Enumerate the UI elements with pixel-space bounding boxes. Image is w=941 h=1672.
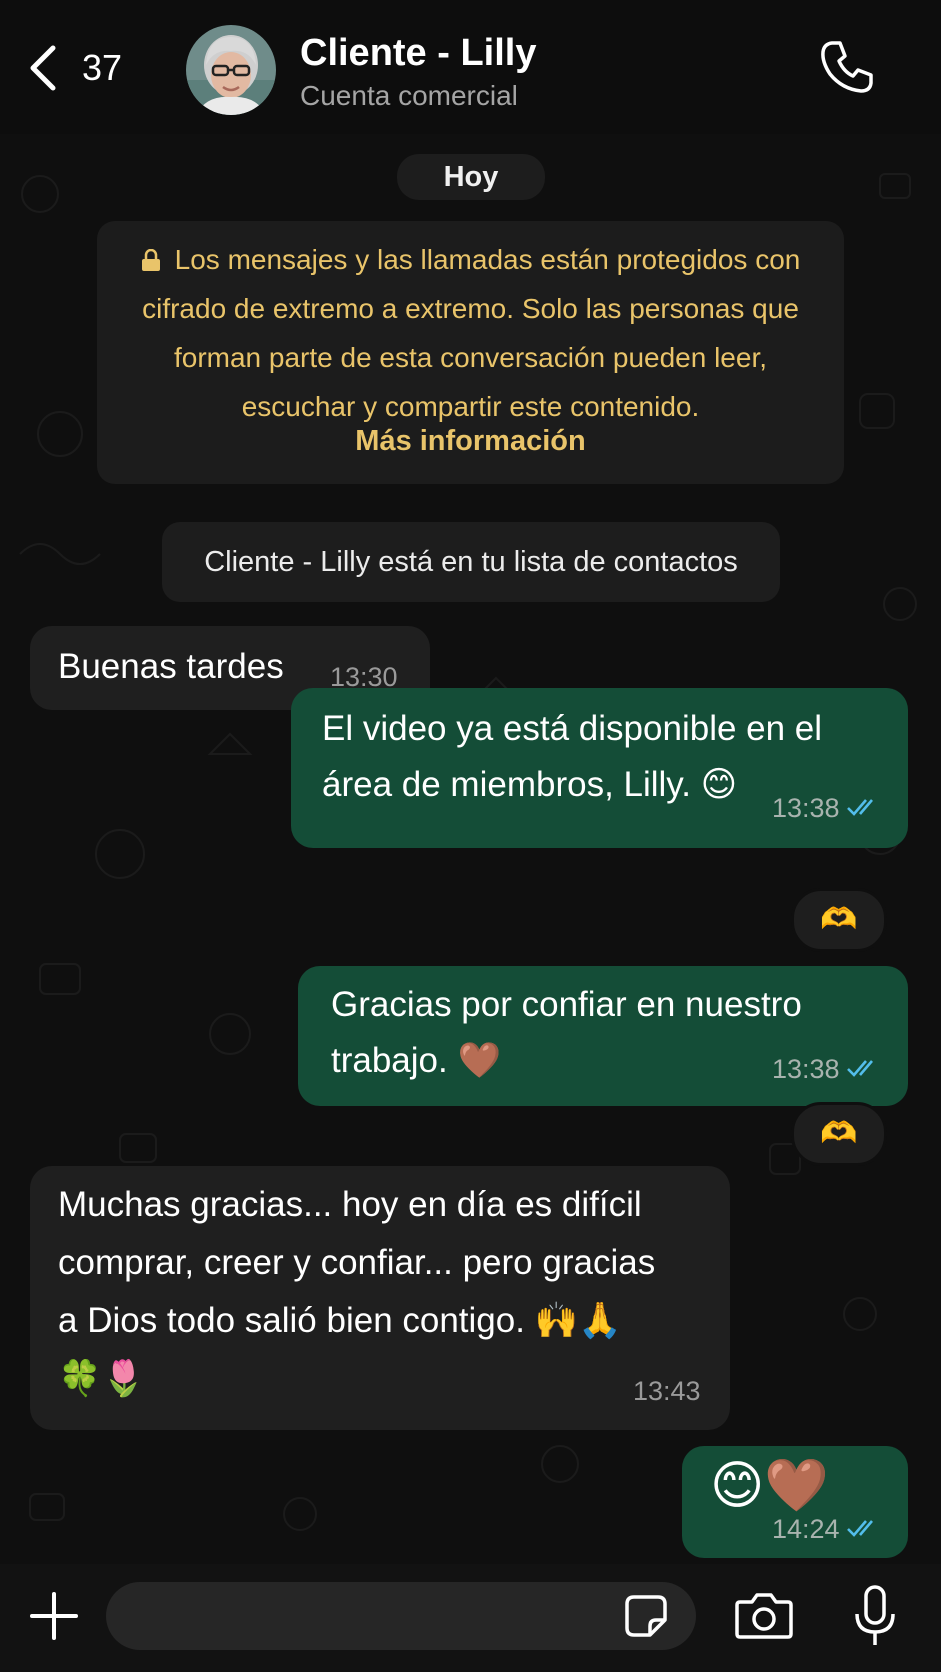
message-outgoing[interactable]: El video ya está disponible en el área d… xyxy=(291,688,908,848)
message-text: Buenas tardes xyxy=(58,647,284,686)
avatar[interactable] xyxy=(186,25,276,115)
encryption-notice[interactable]: Los mensajes y las llamadas están proteg… xyxy=(97,221,844,484)
composer-bar xyxy=(0,1564,941,1672)
phone-icon[interactable] xyxy=(818,38,876,96)
encryption-notice-text: Los mensajes y las llamadas están proteg… xyxy=(117,235,824,431)
date-separator: Hoy xyxy=(397,154,545,200)
message-reaction[interactable]: 🫶 xyxy=(791,888,887,952)
message-text-line: El video ya está disponible en el xyxy=(322,709,823,748)
message-text-line: a Dios todo salió bien contigo. 🙌🙏 xyxy=(58,1301,622,1340)
message-time-row: 14:24 xyxy=(772,1514,882,1545)
chat-screen: 37 Cliente - Lilly Cuenta comercial Hoy … xyxy=(0,0,941,1672)
message-text: 😊🤎 xyxy=(710,1457,829,1515)
camera-icon[interactable] xyxy=(734,1590,794,1640)
contact-notice: Cliente - Lilly está en tu lista de cont… xyxy=(162,522,780,602)
message-reaction[interactable]: 🫶 xyxy=(791,1102,887,1166)
message-time: 13:38 xyxy=(772,1054,840,1084)
message-incoming[interactable]: Muchas gracias... hoy en día es difícil … xyxy=(30,1166,730,1430)
read-ticks-icon xyxy=(846,799,873,816)
message-time-row: 13:38 xyxy=(772,1054,882,1085)
message-text-line: trabajo. 🤎 xyxy=(331,1041,502,1080)
message-text-line: área de miembros, Lilly. 😊 xyxy=(322,765,738,804)
sticker-icon[interactable] xyxy=(624,1594,668,1638)
message-text-line: Muchas gracias... hoy en día es difícil xyxy=(58,1185,642,1224)
chat-header: 37 Cliente - Lilly Cuenta comercial xyxy=(0,0,941,134)
more-info-link[interactable]: Más información xyxy=(97,425,844,458)
chevron-left-icon xyxy=(30,45,56,91)
plus-icon[interactable] xyxy=(28,1590,80,1642)
message-time: 13:43 xyxy=(633,1376,701,1406)
contact-subtitle: Cuenta comercial xyxy=(300,80,518,111)
message-outgoing[interactable]: Gracias por confiar en nuestro trabajo. … xyxy=(298,966,908,1106)
lock-icon xyxy=(141,249,160,271)
message-input[interactable] xyxy=(106,1582,696,1650)
message-text-line: Gracias por confiar en nuestro xyxy=(331,985,802,1024)
read-ticks-icon xyxy=(846,1520,873,1537)
message-time: 14:24 xyxy=(772,1514,840,1544)
message-list[interactable]: Hoy Los mensajes y las llamadas están pr… xyxy=(0,134,941,1564)
message-time-row: 13:38 xyxy=(772,793,882,824)
microphone-icon[interactable] xyxy=(852,1584,898,1648)
back-button[interactable]: 37 xyxy=(26,40,136,96)
encryption-notice-body: Los mensajes y las llamadas están proteg… xyxy=(142,244,801,422)
contact-name[interactable]: Cliente - Lilly xyxy=(300,32,536,75)
unread-count: 37 xyxy=(82,47,123,88)
message-text-line: 🍀🌷 xyxy=(58,1359,146,1398)
message-text-line: comprar, creer y confiar... pero gracias xyxy=(58,1243,656,1282)
message-outgoing[interactable]: 😊🤎 14:24 xyxy=(682,1446,908,1558)
message-time: 13:38 xyxy=(772,793,840,823)
read-ticks-icon xyxy=(846,1060,873,1077)
